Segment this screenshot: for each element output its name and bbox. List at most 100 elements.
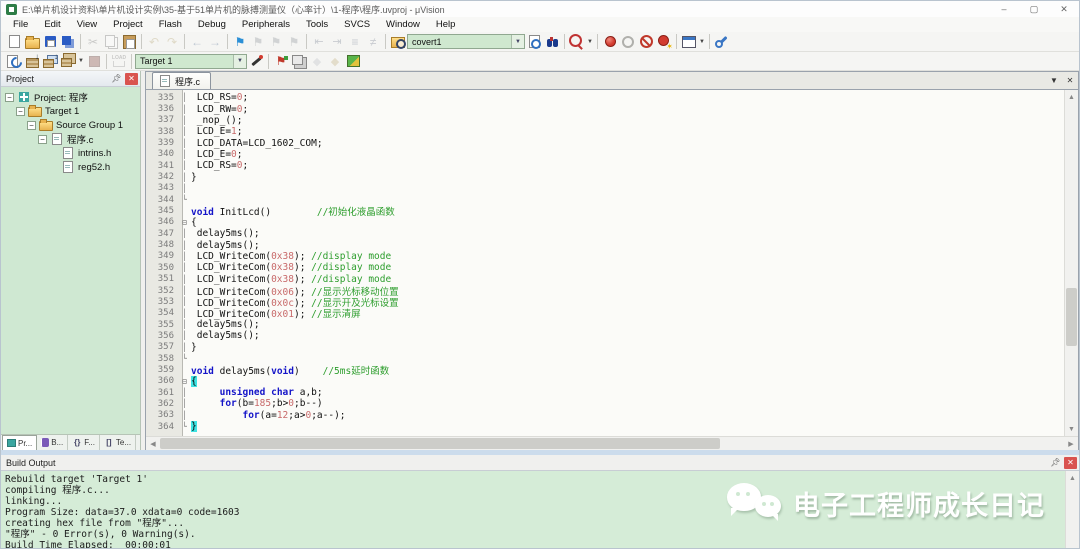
fold-collapse-icon[interactable]: ⊟	[178, 217, 191, 228]
fold-collapse-icon[interactable]: ⊟	[178, 376, 191, 387]
unindent-icon[interactable]	[310, 34, 328, 50]
bookmark-next-icon[interactable]	[267, 34, 285, 50]
menu-file[interactable]: File	[5, 17, 36, 32]
navigate-back-icon[interactable]	[188, 34, 206, 50]
tree-item[interactable]: − Project: 程序	[5, 90, 140, 104]
undo-icon[interactable]	[145, 34, 163, 50]
run-to-cursor-icon[interactable]	[568, 34, 586, 50]
tree-item[interactable]: reg52.h	[5, 160, 140, 174]
manage-project-items-icon[interactable]	[290, 53, 308, 69]
redo-icon[interactable]	[163, 34, 181, 50]
tree-item[interactable]: − Source Group 1	[5, 118, 140, 132]
multi-project-icon[interactable]	[308, 53, 326, 69]
minimize-button[interactable]: –	[989, 1, 1019, 17]
pin-icon[interactable]: 📌︎	[1049, 457, 1062, 469]
search-combobox[interactable]: covert1 ▼	[407, 34, 525, 49]
close-icon[interactable]: ✕	[125, 72, 138, 85]
save-icon[interactable]	[41, 34, 59, 50]
panel-tab-b[interactable]: B...	[37, 435, 69, 450]
cut-icon[interactable]	[84, 34, 102, 50]
editor-tab[interactable]: 程序.c	[152, 72, 212, 89]
code-editor[interactable]: 335 │ LCD_RS=0; 336 │ LCD_RW=0; 337 │ _nop_()…	[146, 90, 1064, 436]
open-file-icon[interactable]	[23, 34, 41, 50]
rebuild-icon[interactable]	[41, 52, 59, 69]
options-for-target-icon[interactable]	[247, 53, 265, 69]
tree-item[interactable]: intrins.h	[5, 146, 140, 160]
manage-books-icon[interactable]	[344, 53, 362, 69]
menu-window[interactable]: Window	[378, 17, 428, 32]
breakpoint-disable-icon[interactable]	[637, 34, 655, 50]
batch-build-icon[interactable]	[59, 53, 77, 69]
download-icon[interactable]	[110, 53, 128, 69]
panel-tab-f[interactable]: {} F...	[68, 435, 100, 450]
fold-margin: │	[182, 399, 187, 409]
dropdown-caret-icon[interactable]: ▼	[586, 39, 594, 45]
uncomment-icon[interactable]	[364, 34, 382, 50]
navigate-forward-icon[interactable]	[206, 34, 224, 50]
menu-tools[interactable]: Tools	[298, 17, 336, 32]
tree-expander-icon[interactable]: −	[38, 134, 47, 144]
project-workspace-icon[interactable]	[326, 53, 344, 69]
menu-svcs[interactable]: SVCS	[336, 17, 378, 32]
build-output-scrollbar[interactable]: ▲	[1065, 471, 1079, 548]
chevron-down-icon[interactable]: ▼	[233, 54, 246, 68]
editor-horizontal-scrollbar[interactable]: ◀ ▶	[146, 436, 1078, 450]
stop-build-icon[interactable]	[85, 53, 103, 69]
breakpoint-toggle-icon[interactable]	[601, 34, 619, 50]
menu-debug[interactable]: Debug	[190, 17, 234, 32]
breakpoint-kill-all-icon[interactable]	[655, 34, 673, 51]
close-document-icon[interactable]: ✕	[1062, 73, 1078, 87]
menu-project[interactable]: Project	[105, 17, 151, 32]
maximize-button[interactable]: ▢	[1019, 1, 1049, 17]
find-in-files-icon[interactable]	[389, 34, 407, 50]
translate-icon[interactable]	[5, 53, 23, 69]
bookmark-prev-icon[interactable]	[249, 34, 267, 50]
dropdown-caret-icon[interactable]: ▼	[698, 39, 706, 45]
code-line: 348 │ delay5ms();	[146, 239, 1064, 251]
chevron-down-icon[interactable]: ▼	[511, 35, 524, 48]
editor-vertical-scrollbar[interactable]: ▲ ▼	[1064, 90, 1078, 436]
menu-peripherals[interactable]: Peripherals	[234, 17, 298, 32]
build-icon[interactable]	[23, 52, 41, 69]
tree-expander-icon[interactable]: −	[5, 92, 14, 102]
tree-item-label: Target 1	[45, 105, 80, 117]
scroll-up-icon[interactable]: ▲	[1065, 90, 1078, 104]
menu-edit[interactable]: Edit	[36, 17, 68, 32]
scroll-thumb[interactable]	[160, 438, 721, 449]
bookmark-toggle-icon[interactable]	[231, 34, 249, 50]
paste-icon[interactable]	[120, 34, 138, 50]
find-icon[interactable]	[543, 34, 561, 50]
close-button[interactable]: ✕	[1049, 1, 1079, 17]
line-number: 346	[157, 217, 174, 228]
tree-item[interactable]: − Target 1	[5, 104, 140, 118]
scroll-up-icon[interactable]: ▲	[1066, 471, 1079, 485]
save-all-icon[interactable]	[59, 34, 77, 50]
panel-tab-pr[interactable]: Pr...	[2, 435, 38, 450]
lookup-icon[interactable]	[525, 34, 543, 50]
new-file-icon[interactable]	[5, 34, 23, 50]
scroll-thumb[interactable]	[1066, 288, 1077, 347]
tree-expander-icon[interactable]: −	[27, 120, 36, 130]
menu-view[interactable]: View	[69, 17, 105, 32]
menu-flash[interactable]: Flash	[151, 17, 190, 32]
configure-tools-icon[interactable]	[713, 34, 731, 50]
dropdown-caret-icon[interactable]: ▼	[77, 58, 85, 64]
pin-icon[interactable]: 📌︎	[110, 73, 123, 85]
close-icon[interactable]: ✕	[1064, 456, 1077, 469]
panel-tab-te[interactable]: [] Te...	[100, 435, 137, 450]
file-extensions-icon[interactable]	[272, 53, 290, 69]
indent-icon[interactable]	[328, 34, 346, 50]
debug-windows-icon[interactable]	[680, 34, 698, 50]
bookmark-clear-icon[interactable]	[285, 34, 303, 50]
scroll-down-icon[interactable]: ▼	[1065, 422, 1078, 436]
tree-item[interactable]: − 程序.c	[5, 132, 140, 146]
scroll-right-icon[interactable]: ▶	[1064, 437, 1078, 451]
comment-icon[interactable]	[346, 34, 364, 50]
tree-expander-icon[interactable]: −	[16, 106, 25, 116]
scroll-left-icon[interactable]: ◀	[146, 437, 160, 451]
tab-list-dropdown-icon[interactable]: ▼	[1046, 73, 1062, 87]
menu-help[interactable]: Help	[428, 17, 464, 32]
target-combobox[interactable]: Target 1 ▼	[135, 53, 247, 69]
copy-icon[interactable]	[102, 34, 120, 50]
breakpoint-enable-icon[interactable]	[619, 34, 637, 50]
